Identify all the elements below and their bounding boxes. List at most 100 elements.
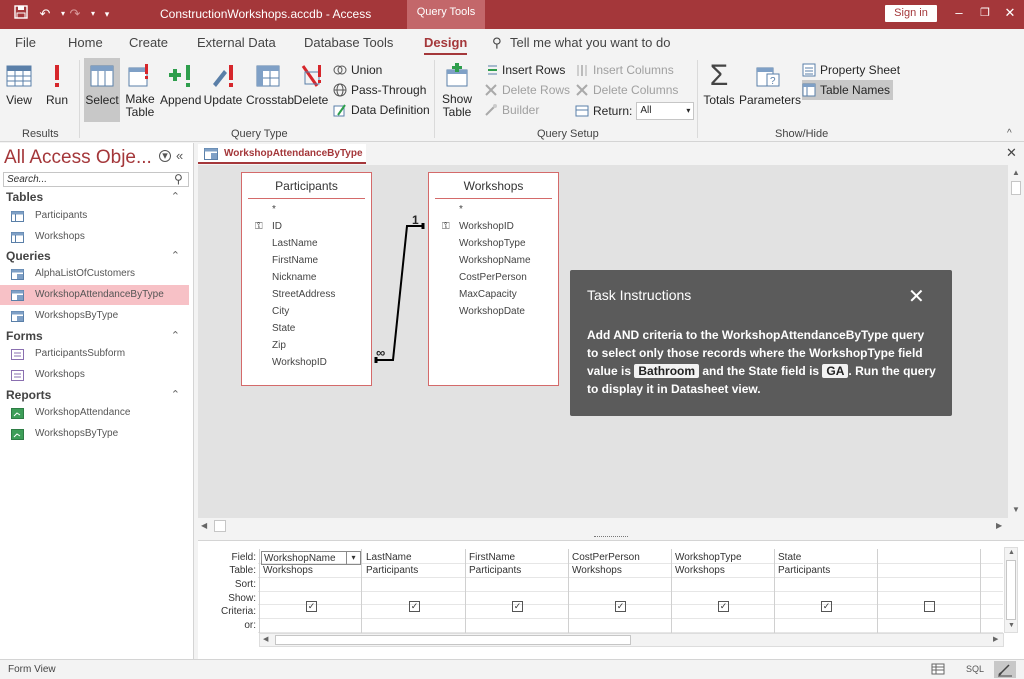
grid-column[interactable]: WorkshopType Workshops ✓ xyxy=(672,549,775,634)
nav-item-participantssubform-form[interactable]: ParticipantsSubform xyxy=(0,344,189,364)
scroll-thumb[interactable] xyxy=(1006,560,1016,620)
grid-column[interactable]: LastName Participants ✓ xyxy=(363,549,466,634)
scroll-thumb[interactable] xyxy=(275,635,631,645)
scroll-left-icon[interactable]: ◀ xyxy=(263,635,268,643)
nav-item-alphalistofcustomers-query[interactable]: AlphaListOfCustomers xyxy=(0,264,189,284)
insert-columns-button[interactable]: Insert Columns xyxy=(575,63,674,77)
close-document-icon[interactable]: ✕ xyxy=(1006,145,1017,161)
field-cell[interactable]: WorkshopType xyxy=(675,551,742,564)
show-checkbox[interactable]: ✓ xyxy=(718,601,729,612)
nav-item-participants-table[interactable]: Participants xyxy=(0,206,189,226)
grid-column[interactable]: CostPerPerson Workshops ✓ xyxy=(569,549,672,634)
pass-through-button[interactable]: Pass-Through xyxy=(333,83,426,97)
table-cell[interactable]: Workshops xyxy=(263,564,313,577)
nav-search-input[interactable]: Search... xyxy=(3,172,189,187)
undo-icon[interactable]: ↶ xyxy=(36,5,54,23)
tab-design[interactable]: Design xyxy=(424,35,467,50)
return-select[interactable]: All ▾ xyxy=(636,102,695,120)
scroll-thumb[interactable] xyxy=(1011,181,1021,195)
union-button[interactable]: Union xyxy=(333,63,382,77)
field-cell[interactable]: State xyxy=(778,551,801,564)
show-checkbox[interactable]: ✓ xyxy=(615,601,626,612)
grid-vertical-scrollbar[interactable]: ▲ ▼ xyxy=(1004,547,1018,633)
grid-column[interactable]: State Participants ✓ xyxy=(775,549,878,634)
grid-column[interactable]: WorkshopName ▾ Workshops ✓ xyxy=(259,549,362,634)
tab-home[interactable]: Home xyxy=(68,35,103,50)
nav-group-reports[interactable]: Reports ⌃ xyxy=(6,388,186,402)
sign-in-button[interactable]: Sign in xyxy=(885,5,937,22)
table-cell[interactable]: Workshops xyxy=(572,564,622,577)
totals-button[interactable]: Σ Totals xyxy=(701,61,737,108)
nav-group-tables[interactable]: Tables ⌃ xyxy=(6,190,186,204)
scroll-up-icon[interactable]: ▲ xyxy=(1008,549,1015,556)
tell-me-search-icon[interactable]: ⚲ xyxy=(492,35,502,51)
nav-pane-title[interactable]: All Access Obje... xyxy=(4,147,152,169)
datasheet-view-icon[interactable] xyxy=(931,662,945,679)
table-cell[interactable]: Participants xyxy=(469,564,521,577)
nav-item-workshops-table[interactable]: Workshops xyxy=(0,227,189,247)
view-button[interactable]: View xyxy=(3,62,35,107)
chevron-down-icon[interactable]: ▾ xyxy=(346,552,360,564)
nav-group-queries[interactable]: Queries ⌃ xyxy=(6,249,186,263)
sql-view-button[interactable]: SQL xyxy=(966,664,984,674)
nav-item-workshopattendance-report[interactable]: WorkshopAttendance xyxy=(0,403,189,423)
show-checkbox[interactable]: ✓ xyxy=(924,601,935,612)
delete-rows-button[interactable]: Delete Rows xyxy=(484,83,570,97)
table-names-button[interactable]: Table Names xyxy=(802,80,894,100)
run-button[interactable]: Run xyxy=(42,62,72,107)
grid-column[interactable]: FirstName Participants ✓ xyxy=(466,549,569,634)
scroll-thumb[interactable] xyxy=(214,520,226,532)
nav-item-workshopattendancebytype-query[interactable]: WorkshopAttendanceByType xyxy=(0,285,189,305)
table-cell[interactable]: Workshops xyxy=(675,564,725,577)
shutter-bar-close-icon[interactable]: « xyxy=(176,148,183,163)
tab-database-tools[interactable]: Database Tools xyxy=(304,35,393,50)
scroll-left-icon[interactable]: ◀ xyxy=(201,521,207,530)
show-table-button[interactable]: Show Table xyxy=(440,62,474,119)
tab-file[interactable]: File xyxy=(15,35,36,50)
show-checkbox[interactable]: ✓ xyxy=(409,601,420,612)
scroll-right-icon[interactable]: ▶ xyxy=(996,521,1002,530)
design-horizontal-scrollbar[interactable]: ◀ ▶ xyxy=(198,518,1008,534)
nav-menu-chevron-icon[interactable]: ▾ xyxy=(159,150,171,162)
field-cell[interactable]: FirstName xyxy=(469,551,515,564)
field-cell[interactable]: CostPerPerson xyxy=(572,551,640,564)
property-sheet-button[interactable]: Property Sheet xyxy=(802,61,904,79)
collapse-ribbon-icon[interactable]: ^ xyxy=(1007,128,1012,139)
append-button[interactable]: Append xyxy=(160,62,201,107)
crosstab-button[interactable]: Crosstab xyxy=(246,62,294,107)
close-icon[interactable]: ✕ xyxy=(908,284,925,309)
show-checkbox[interactable]: ✓ xyxy=(512,601,523,612)
close-window-icon[interactable]: ✕ xyxy=(1002,5,1018,21)
scroll-down-icon[interactable]: ▼ xyxy=(1012,505,1020,514)
design-vertical-scrollbar[interactable]: ▲ ▼ xyxy=(1008,165,1024,518)
grid-column[interactable]: ✓ xyxy=(878,549,981,634)
nav-item-workshopsbytype-query[interactable]: WorkshopsByType xyxy=(0,306,189,326)
tell-me-input[interactable]: Tell me what you want to do xyxy=(510,35,670,50)
parameters-button[interactable]: ? Parameters xyxy=(739,62,801,107)
select-query-button[interactable]: Select xyxy=(84,58,120,122)
save-icon[interactable] xyxy=(12,5,30,23)
nav-item-workshopsbytype-report[interactable]: WorkshopsByType xyxy=(0,424,189,444)
table-cell[interactable]: Participants xyxy=(366,564,418,577)
design-view-button[interactable] xyxy=(994,661,1016,678)
search-icon[interactable]: ⚲ xyxy=(174,172,183,186)
scroll-right-icon[interactable]: ▶ xyxy=(993,635,998,643)
update-button[interactable]: Update xyxy=(203,62,243,107)
show-checkbox[interactable]: ✓ xyxy=(821,601,832,612)
show-checkbox[interactable]: ✓ xyxy=(306,601,317,612)
tab-external-data[interactable]: External Data xyxy=(197,35,276,50)
tab-create[interactable]: Create xyxy=(129,35,168,50)
builder-button[interactable]: Builder xyxy=(484,103,539,117)
customize-toolbar-icon[interactable]: ▾ xyxy=(98,5,116,23)
scroll-down-icon[interactable]: ▼ xyxy=(1008,622,1015,629)
make-table-button[interactable]: Make Table xyxy=(124,62,156,119)
delete-columns-button[interactable]: Delete Columns xyxy=(575,83,678,97)
scroll-up-icon[interactable]: ▲ xyxy=(1012,168,1020,177)
insert-rows-button[interactable]: Insert Rows xyxy=(484,63,565,77)
field-cell[interactable]: LastName xyxy=(366,551,412,564)
table-cell[interactable]: Participants xyxy=(778,564,830,577)
nav-item-workshops-form[interactable]: Workshops xyxy=(0,365,189,385)
delete-query-button[interactable]: Delete xyxy=(293,62,329,107)
field-cell-select[interactable]: WorkshopName ▾ xyxy=(261,551,361,565)
grid-horizontal-scrollbar[interactable]: ◀ ▶ xyxy=(259,633,1004,647)
